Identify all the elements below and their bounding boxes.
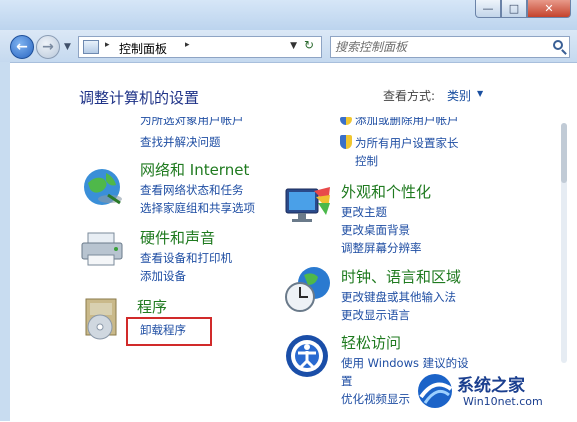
link-change-keyboard[interactable]: 更改键盘或其他输入法 <box>341 289 456 305</box>
site-watermark: 系统之家 Win10net.com <box>415 369 565 413</box>
link-parental-controls[interactable]: 为所有用户设置家长 <box>355 135 459 151</box>
category-title-appearance[interactable]: 外观和个性化 <box>341 181 431 202</box>
link-parental-controls-cont[interactable]: 控制 <box>355 153 378 169</box>
address-dropdown-icon[interactable]: ▼ <box>290 41 297 51</box>
link-display-language[interactable]: 更改显示语言 <box>341 307 410 323</box>
breadcrumb-separator-icon[interactable]: ▸ <box>185 40 190 50</box>
link-desktop-background[interactable]: 更改桌面背景 <box>341 222 410 238</box>
uac-shield-icon <box>340 117 352 125</box>
partial-link-user-accounts[interactable]: 为所选对象用户帐户 <box>140 117 244 125</box>
view-by-dropdown[interactable]: 类别 <box>447 87 471 104</box>
page-title: 调整计算机的设置 <box>79 89 200 107</box>
search-input[interactable] <box>335 38 545 56</box>
link-homegroup[interactable]: 选择家庭组和共享选项 <box>140 200 255 216</box>
link-network-status[interactable]: 查看网络状态和任务 <box>140 182 244 198</box>
watermark-title: 系统之家 <box>457 376 525 396</box>
search-box[interactable] <box>330 36 570 58</box>
category-title-network[interactable]: 网络和 Internet <box>140 159 249 180</box>
maximize-button[interactable]: □ <box>501 0 527 18</box>
appearance-monitor-icon <box>285 187 330 222</box>
category-title-clock-region[interactable]: 时钟、语言和区域 <box>341 266 461 287</box>
watermark-url: Win10net.com <box>463 395 543 408</box>
printer-icon <box>81 232 123 266</box>
link-troubleshoot[interactable]: 查找并解决问题 <box>140 134 221 150</box>
link-windows-suggestions-cont[interactable]: 置 <box>341 373 353 389</box>
view-by-arrow-icon[interactable]: ▼ <box>477 89 483 98</box>
close-button[interactable]: ✕ <box>527 0 571 18</box>
minimize-button[interactable]: — <box>475 0 501 18</box>
category-title-programs[interactable]: 程序 <box>137 296 167 317</box>
address-bar[interactable]: ▸ 控制面板 ▸ ▼ ↻ <box>78 36 322 58</box>
vertical-scrollbar[interactable] <box>561 123 567 363</box>
title-bar[interactable]: — □ ✕ <box>0 0 577 30</box>
forward-button[interactable]: → <box>36 35 60 59</box>
window-controls: — □ ✕ <box>475 0 571 20</box>
category-title-hardware[interactable]: 硬件和声音 <box>140 227 215 248</box>
link-add-device[interactable]: 添加设备 <box>140 268 186 284</box>
search-icon[interactable] <box>553 40 563 50</box>
programs-icon <box>85 298 117 340</box>
control-panel-window: — □ ✕ ← → ▼ ▸ 控制面板 ▸ ▼ ↻ 调整计算机的设置 查看方式: … <box>0 0 577 422</box>
navigation-bar: ← → ▼ ▸ 控制面板 ▸ ▼ ↻ <box>0 30 577 62</box>
watermark-logo-icon <box>418 374 453 408</box>
link-optimize-display[interactable]: 优化视频显示 <box>341 391 410 407</box>
ease-of-access-icon <box>286 335 328 377</box>
refresh-icon[interactable]: ↻ <box>300 38 318 56</box>
view-by-label: 查看方式: <box>383 89 436 103</box>
back-button[interactable]: ← <box>10 35 34 59</box>
category-title-ease-of-access[interactable]: 轻松访问 <box>341 332 401 353</box>
uac-shield-icon <box>340 135 352 149</box>
link-devices-printers[interactable]: 查看设备和打印机 <box>140 250 232 266</box>
breadcrumb-control-panel[interactable]: 控制面板 <box>119 40 167 57</box>
breadcrumb-separator-icon[interactable]: ▸ <box>105 40 110 50</box>
control-panel-icon <box>83 40 99 54</box>
uninstall-highlight-box <box>126 317 212 346</box>
partial-link-add-remove-accounts[interactable]: 添加或删除用户帐户 <box>355 117 459 125</box>
link-change-theme[interactable]: 更改主题 <box>341 204 387 220</box>
clock-globe-icon <box>285 267 330 312</box>
content-pane: 调整计算机的设置 查看方式: 类别 ▼ 为所选对象用户帐户 查找并解决问题 网络… <box>10 62 577 422</box>
recent-pages-dropdown[interactable]: ▼ <box>64 42 71 52</box>
scrollbar-thumb[interactable] <box>561 123 567 183</box>
link-screen-resolution[interactable]: 调整屏幕分辨率 <box>341 240 422 256</box>
network-globe-icon <box>84 169 122 205</box>
